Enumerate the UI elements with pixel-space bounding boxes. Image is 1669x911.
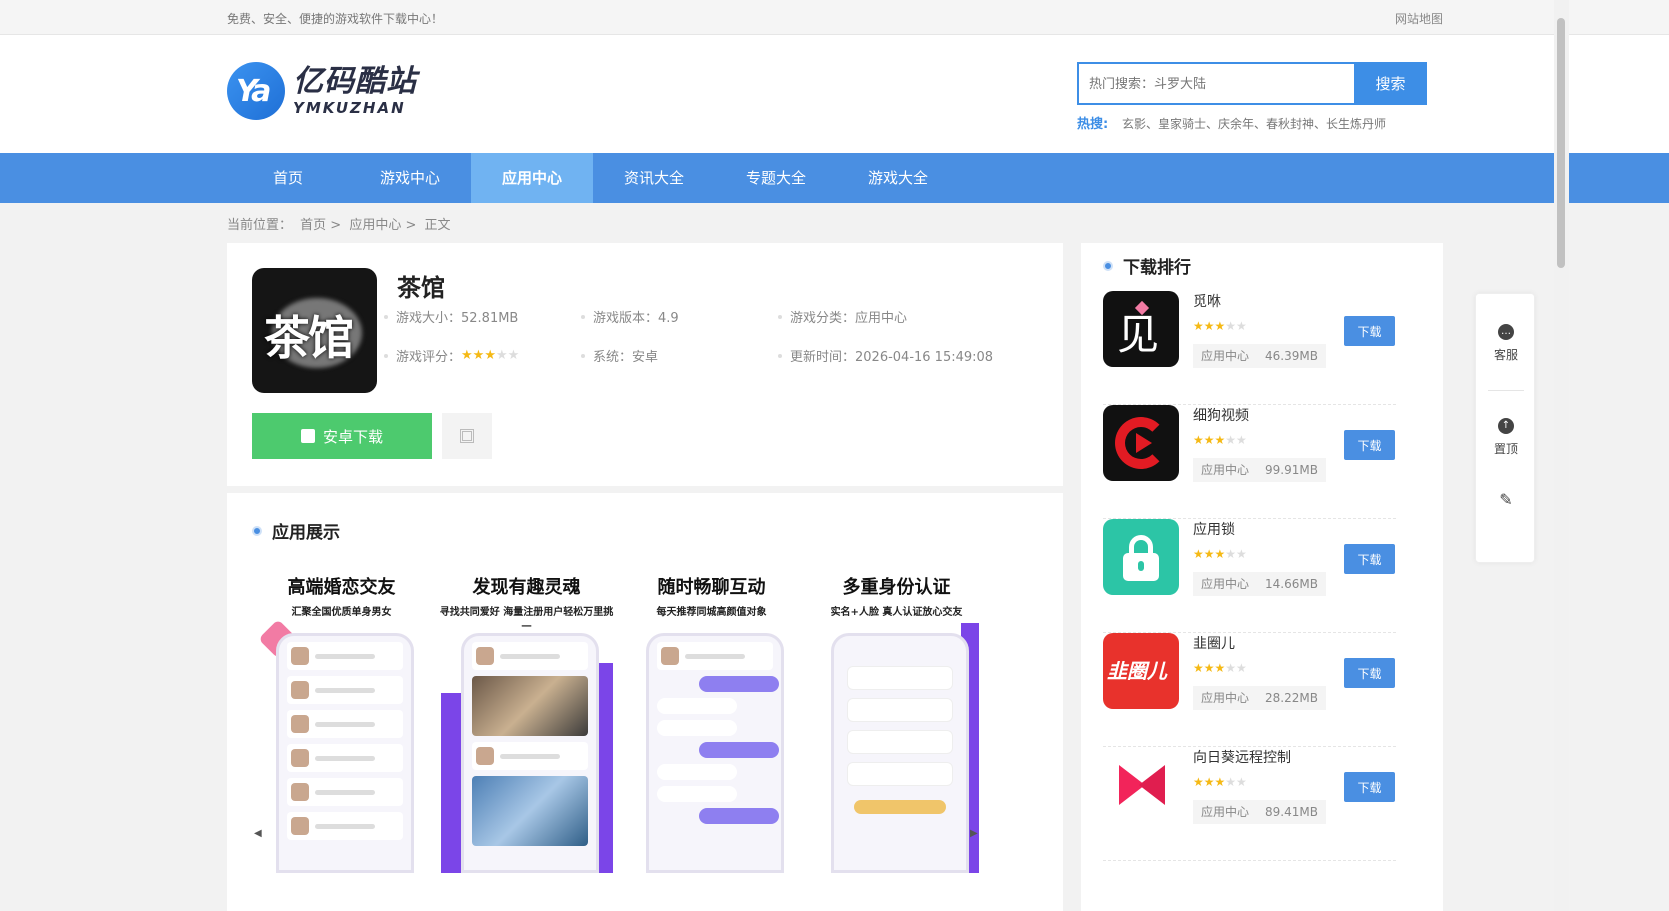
header: Ya 亿码酷站 YMKUZHAN 搜索 热搜: 玄影、皇家骑士、庆余年、春秋封神… (0, 35, 1669, 153)
screenshot-3: 随时畅聊互动 每天推荐同城高颜值对象 (624, 573, 799, 873)
nav-item-home[interactable]: 首页 (227, 153, 349, 203)
back-to-top-button[interactable]: ↑ 置顶 (1476, 418, 1536, 457)
page-scrollbar[interactable] (1554, 0, 1569, 911)
breadcrumb: 当前位置： 首页 > 应用中心 > 正文 (227, 218, 451, 233)
carousel-next-icon[interactable]: ▶ (970, 828, 978, 839)
ranking-item: 向日葵远程控制 ★★★★★ 应用中心 89.41MB 下载 (1103, 747, 1396, 861)
ranking-app-name[interactable]: 觅咻 (1193, 291, 1221, 311)
download-button[interactable]: 下载 (1344, 658, 1395, 688)
screenshot-4: 多重身份认证 实名+人脸 真人认证放心交友 (809, 573, 984, 873)
app-title: 茶馆 (397, 274, 445, 302)
app-rating: 游戏评分： ★★★★★ (384, 346, 519, 365)
carousel-prev-icon[interactable]: ◀ (254, 828, 262, 839)
download-button[interactable]: 下载 (1344, 430, 1395, 460)
top-bar: 免费、安全、便捷的游戏软件下载中心！ 网站地图 (0, 0, 1669, 35)
hot-search-label: 热搜: (1077, 117, 1109, 132)
screenshot-2: 发现有趣灵魂 寻找共同爱好 海量注册用户轻松万里挑一 (439, 573, 614, 873)
site-logo[interactable]: Ya 亿码酷站 YMKUZHAN (227, 62, 417, 120)
android-download-button[interactable]: 安卓下载 (252, 413, 432, 459)
nav-item-topics[interactable]: 专题大全 (715, 153, 837, 203)
logo-mark: Ya (227, 62, 285, 120)
ranking-item: 韭圈儿 韭圈儿 ★★★★★ 应用中心 28.22MB 下载 (1103, 633, 1396, 747)
rating-stars: ★★★★★ (1193, 547, 1247, 561)
logo-name: 亿码酷站 (293, 64, 417, 99)
app-info-card: 茶馆 茶馆 游戏大小：52.81MB 游戏版本：4.9 游戏分类：应用中心 游戏… (227, 243, 1063, 486)
app-icon[interactable] (1103, 747, 1179, 823)
nav-item-games[interactable]: 游戏中心 (349, 153, 471, 203)
app-system: 系统：安卓 (581, 346, 658, 365)
breadcrumb-current: 正文 (424, 218, 451, 233)
app-updated: 更新时间：2026-04-16 15:49:08 (778, 346, 993, 365)
app-icon[interactable]: 见 (1103, 291, 1179, 367)
floating-toolbar: … 客服 ↑ 置顶 ✎ (1475, 293, 1535, 563)
main-nav: 首页 游戏中心 应用中心 资讯大全 专题大全 游戏大全 (0, 153, 1669, 203)
size-tag: 46.39MB (1257, 344, 1326, 368)
sitemap-link[interactable]: 网站地图 (1395, 10, 1443, 27)
nav-item-news[interactable]: 资讯大全 (593, 153, 715, 203)
qr-code-button[interactable] (442, 413, 492, 459)
rating-stars: ★★★★★ (1193, 775, 1247, 789)
ranking-item: 细狗视频 ★★★★★ 应用中心 99.91MB 下载 (1103, 405, 1396, 519)
rating-stars: ★★★★★ (1193, 661, 1247, 675)
category-tag: 应用中心 (1193, 458, 1258, 482)
search-button[interactable]: 搜索 (1354, 62, 1427, 105)
nav-item-apps[interactable]: 应用中心 (471, 153, 593, 203)
category-tag: 应用中心 (1193, 344, 1258, 368)
ranking-app-name[interactable]: 细狗视频 (1193, 405, 1249, 425)
app-icon[interactable] (1103, 519, 1179, 595)
rating-stars: ★★★★★ (1193, 319, 1247, 333)
bag-icon (300, 429, 315, 443)
category-tag: 应用中心 (1193, 686, 1258, 710)
screenshot-carousel[interactable]: 高端婚恋交友 汇聚全国优质单身男女 发现有趣灵魂 寻找共同爱好 海量注册用户轻松… (254, 573, 994, 873)
logo-subname: YMKUZHAN (293, 99, 406, 117)
chat-icon: … (1498, 324, 1514, 340)
site-slogan: 免费、安全、便捷的游戏软件下载中心！ (227, 12, 444, 26)
app-showcase-card: 应用展示 高端婚恋交友 汇聚全国优质单身男女 发现有趣灵魂 寻找共同爱好 海量注… (227, 493, 1063, 911)
qr-code-icon (460, 429, 474, 443)
app-icon[interactable]: 韭圈儿 (1103, 633, 1179, 709)
search-input[interactable] (1077, 62, 1354, 105)
divider (1488, 390, 1524, 391)
download-ranking-card: 下载排行 见 觅咻 ★★★★★ 应用中心 46.39MB 下载 细狗视频 ★★★… (1081, 243, 1443, 911)
download-button[interactable]: 下载 (1344, 316, 1395, 346)
category-tag: 应用中心 (1193, 800, 1258, 824)
hot-search-terms[interactable]: 玄影、皇家骑士、庆余年、春秋封神、长生炼丹师 (1122, 117, 1386, 131)
download-button[interactable]: 下载 (1344, 772, 1395, 802)
ranking-title: 下载排行 (1103, 253, 1191, 278)
category-tag: 应用中心 (1193, 572, 1258, 596)
download-button[interactable]: 下载 (1344, 544, 1395, 574)
search-box: 搜索 (1077, 62, 1427, 105)
feedback-button[interactable]: ✎ (1476, 490, 1536, 509)
hot-search: 热搜: 玄影、皇家骑士、庆余年、春秋封神、长生炼丹师 (1077, 113, 1386, 132)
size-tag: 99.91MB (1257, 458, 1326, 482)
ranking-app-name[interactable]: 向日葵远程控制 (1193, 747, 1291, 767)
app-icon: 茶馆 (252, 268, 377, 393)
ranking-item: 见 觅咻 ★★★★★ 应用中心 46.39MB 下载 (1103, 291, 1396, 405)
ranking-app-name[interactable]: 应用锁 (1193, 519, 1235, 539)
rating-stars: ★★★★★ (461, 348, 520, 363)
breadcrumb-home[interactable]: 首页 > (300, 218, 341, 233)
app-size: 游戏大小：52.81MB (384, 307, 518, 326)
rating-stars: ★★★★★ (1193, 433, 1247, 447)
arrow-up-icon: ↑ (1498, 418, 1514, 434)
ranking-app-name[interactable]: 韭圈儿 (1193, 633, 1235, 653)
size-tag: 89.41MB (1257, 800, 1326, 824)
screenshot-1: 高端婚恋交友 汇聚全国优质单身男女 (254, 573, 429, 873)
pencil-icon: ✎ (1499, 490, 1513, 509)
customer-service-button[interactable]: … 客服 (1476, 324, 1536, 363)
app-category: 游戏分类：应用中心 (778, 307, 907, 326)
app-version: 游戏版本：4.9 (581, 307, 679, 326)
nav-item-all-games[interactable]: 游戏大全 (837, 153, 959, 203)
ranking-item: 应用锁 ★★★★★ 应用中心 14.66MB 下载 (1103, 519, 1396, 633)
app-icon[interactable] (1103, 405, 1179, 481)
size-tag: 28.22MB (1257, 686, 1326, 710)
showcase-title: 应用展示 (252, 518, 340, 543)
size-tag: 14.66MB (1257, 572, 1326, 596)
scrollbar-thumb[interactable] (1557, 18, 1565, 268)
breadcrumb-apps[interactable]: 应用中心 > (349, 218, 416, 233)
